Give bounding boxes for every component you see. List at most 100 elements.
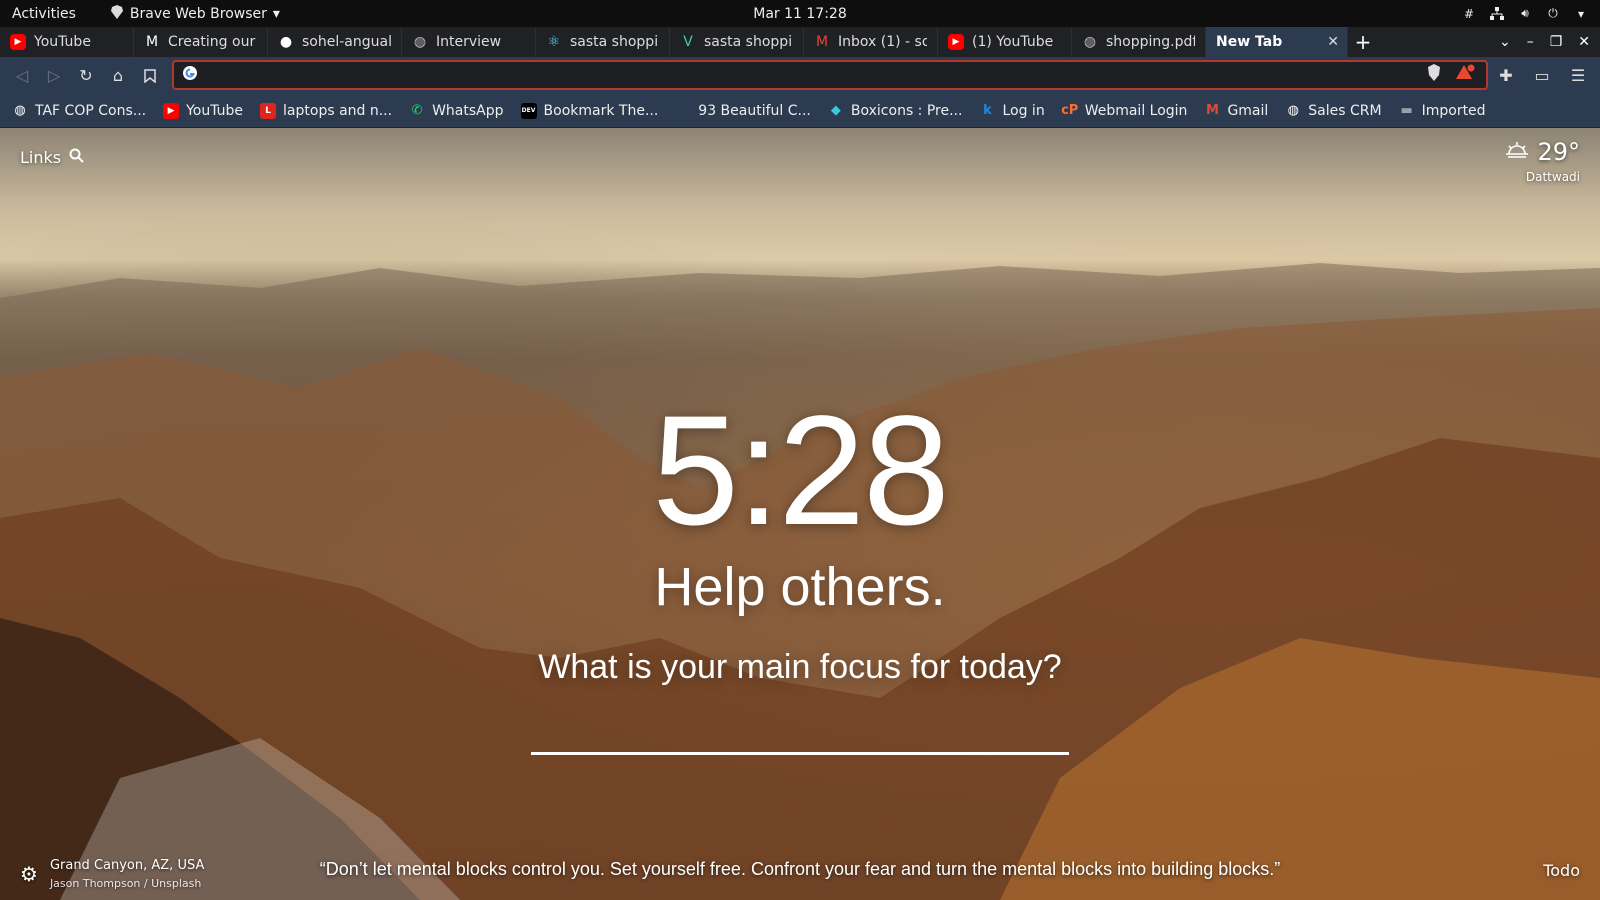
activities-button[interactable]: Activities: [0, 6, 88, 22]
browser-toolbar: ◁ ▷ ↻ ⌂ ✚ ▭ ☰: [0, 57, 1600, 94]
system-top-bar: Activities Brave Web Browser ▾ Mar 11 17…: [0, 0, 1600, 27]
window-controls: ⌄ – ❐ ✕: [1499, 34, 1600, 50]
weather-widget[interactable]: 29° Dattwadi: [1505, 138, 1580, 184]
vercel-v-icon: V: [683, 34, 693, 50]
wallet-icon[interactable]: ▭: [1526, 60, 1558, 92]
bookmark-item[interactable]: ▬ Imported: [1399, 103, 1495, 119]
minimize-icon[interactable]: –: [1527, 34, 1534, 50]
app-menu-label: Brave Web Browser: [129, 5, 267, 22]
back-button[interactable]: ◁: [6, 60, 38, 92]
tab-label: YouTube: [34, 34, 91, 50]
forward-button[interactable]: ▷: [38, 60, 70, 92]
tab[interactable]: Vsasta shopping: [670, 27, 804, 57]
k-icon: k: [983, 103, 992, 118]
maximize-icon[interactable]: ❐: [1550, 34, 1563, 50]
cursor-icon: ↖: [677, 103, 689, 118]
tab[interactable]: M Creating our fi: [134, 27, 268, 57]
bookmark-item[interactable]: Llaptops and n...: [260, 102, 401, 119]
bookmark-label: YouTube: [186, 102, 244, 119]
extensions-icon[interactable]: ✚: [1490, 60, 1522, 92]
globe-icon: ◍: [1083, 34, 1097, 50]
gmail-icon: M: [1205, 103, 1219, 118]
address-bar[interactable]: [172, 60, 1488, 90]
bookmark-label: WhatsApp: [432, 102, 504, 119]
app-menu[interactable]: Brave Web Browser ▾: [110, 4, 280, 23]
bookmark-label: Webmail Login: [1084, 102, 1188, 119]
address-input[interactable]: [206, 67, 1486, 83]
bookmark-item[interactable]: ✆ WhatsApp: [409, 103, 512, 119]
sunrise-weather-icon: [1505, 138, 1529, 166]
bookmark-label: Imported: [1421, 102, 1486, 119]
slack-icon[interactable]: #: [1462, 7, 1476, 21]
mantra: Help others.: [654, 557, 946, 617]
brave-shields-icon[interactable]: [1426, 64, 1442, 86]
github-icon: ●: [279, 34, 293, 50]
globe-icon: ◍: [14, 103, 26, 118]
tab-label: shopping.pdf: [1106, 34, 1195, 50]
lenovo-icon: L: [260, 102, 277, 119]
bookmark-button[interactable]: [134, 60, 166, 92]
tab-strip: ▶ YouTube M Creating our fi ● sohel-angualrn ◍…: [0, 27, 1600, 57]
chevron-down-icon[interactable]: ▾: [1574, 7, 1588, 21]
close-tab-icon[interactable]: ✕: [1327, 34, 1339, 50]
bookmark-item[interactable]: k Log in: [979, 103, 1053, 119]
new-tab-button[interactable]: +: [1348, 30, 1378, 54]
medium-icon: M: [145, 34, 159, 50]
bookmark-item[interactable]: M Gmail: [1204, 103, 1277, 119]
focus-question: What is your main focus for today?: [538, 648, 1062, 686]
tab-search-chevron-icon[interactable]: ⌄: [1499, 34, 1511, 50]
new-tab-background: Links 29° Dattwadi 5:28 Help others. Wha…: [0, 128, 1600, 900]
bookmark-label: 93 Beautiful C...: [698, 102, 811, 119]
tab-label: sohel-angualrn: [302, 34, 391, 50]
youtube-icon: ▶: [163, 102, 180, 119]
bookmark-label: Sales CRM: [1308, 102, 1382, 119]
dev-icon: DEV: [520, 102, 537, 119]
cpanel-icon: cP: [1061, 103, 1079, 118]
bookmark-item[interactable]: ◆ Boxicons : Pre...: [828, 103, 972, 119]
bookmark-item[interactable]: ▶ YouTube: [163, 102, 252, 119]
folder-icon: ▬: [1400, 103, 1413, 118]
youtube-icon: ▶: [10, 34, 26, 50]
bookmark-item[interactable]: ↖ 93 Beautiful C...: [675, 103, 820, 119]
tab-label: Interview: [436, 34, 502, 50]
tab[interactable]: M Inbox (1) - sohe: [804, 27, 938, 57]
tab[interactable]: ▶ (1) YouTube: [938, 27, 1072, 57]
home-button[interactable]: ⌂: [102, 60, 134, 92]
bookmark-item[interactable]: ◍ Sales CRM: [1285, 103, 1390, 119]
tab[interactable]: ● sohel-angualrn: [268, 27, 402, 57]
bookmark-item[interactable]: ◍ TAF COP Cons...: [12, 103, 155, 119]
tab-label: Creating our fi: [168, 34, 257, 50]
tab-label: sasta shopping: [570, 34, 659, 50]
tab-active[interactable]: New Tab ✕: [1206, 27, 1348, 57]
links-toggle[interactable]: Links: [20, 148, 84, 167]
bookmark-item[interactable]: cP Webmail Login: [1061, 102, 1197, 119]
temperature: 29°: [1537, 138, 1580, 166]
network-icon[interactable]: [1490, 6, 1504, 21]
tab-label: Inbox (1) - sohe: [838, 34, 927, 50]
volume-icon[interactable]: 🔊︎: [1518, 6, 1532, 21]
tab[interactable]: ◍ Interview: [402, 27, 536, 57]
focus-underline: [531, 752, 1069, 755]
power-icon[interactable]: ⏻: [1546, 6, 1560, 21]
search-icon[interactable]: [69, 148, 84, 167]
bookmark-label: Gmail: [1227, 102, 1269, 119]
brave-rewards-icon[interactable]: [1456, 63, 1476, 86]
toolbar-right: ✚ ▭ ☰: [1490, 60, 1594, 92]
bookmark-label: laptops and n...: [283, 102, 393, 119]
google-icon: [182, 65, 198, 85]
tab-label: New Tab: [1216, 34, 1283, 50]
menu-icon[interactable]: ☰: [1562, 60, 1594, 92]
focus-input[interactable]: [531, 708, 1069, 748]
tab[interactable]: ⚛ sasta shopping: [536, 27, 670, 57]
todo-button[interactable]: Todo: [1543, 861, 1580, 880]
boxicons-icon: ◆: [830, 103, 841, 118]
tab[interactable]: ◍ shopping.pdf: [1072, 27, 1206, 57]
close-window-icon[interactable]: ✕: [1578, 34, 1590, 50]
reload-button[interactable]: ↻: [70, 60, 102, 92]
daily-quote: “Don’t let mental blocks control you. Se…: [319, 859, 1281, 879]
system-tray[interactable]: # 🔊︎ ⏻ ▾: [1462, 6, 1588, 21]
chevron-down-icon: ▾: [272, 5, 280, 22]
tab-label: (1) YouTube: [972, 34, 1054, 50]
tab[interactable]: ▶ YouTube: [0, 27, 134, 57]
bookmark-item[interactable]: DEV Bookmark The...: [520, 102, 668, 119]
